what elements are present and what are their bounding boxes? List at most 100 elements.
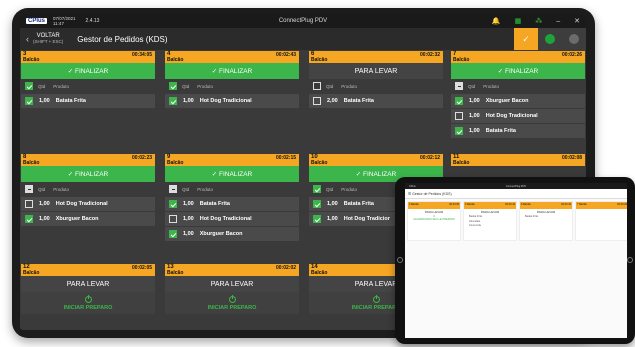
order-header: 7 Balcão 00:02:26 (451, 51, 585, 63)
order-header: 4 Balcão 00:02:43 (165, 51, 299, 63)
item-checkbox[interactable] (313, 200, 321, 208)
order-card: 4 Balcão 00:02:43 ✓ FINALIZAR Qtd Produto 1… (165, 51, 299, 108)
chevron-left-icon: ‹ (26, 34, 29, 44)
minimize-button[interactable]: – (556, 18, 560, 25)
start-prep-button[interactable]: INICIAR PREPARO (165, 292, 299, 314)
start-prep-label: INICIAR PREPARO (63, 304, 113, 311)
finalize-button[interactable]: ✓ FINALIZAR (21, 63, 155, 79)
finalize-button[interactable]: ✓ FINALIZAR (451, 63, 585, 79)
item-name: Batata Frita (343, 201, 374, 207)
tablet-order-card: 3 Balcão 00:34:05 PARA LEVAR ⏻ AGUARDANDO… (407, 201, 461, 241)
order-header: 13 Balcão 00:02:02 (165, 264, 299, 276)
tablet-navbar: ☰ Gestor de Pedidos (KDS) (405, 189, 627, 199)
back-button[interactable]: ‹ VOLTAR (SHIFT + ESC) (26, 33, 63, 45)
item-checkbox[interactable] (169, 97, 177, 105)
tablet-order-timer: 00:34:05 (449, 203, 459, 206)
grid-icon[interactable]: ▦ (515, 17, 522, 25)
select-all-checkbox[interactable] (313, 82, 321, 90)
select-all-checkbox[interactable] (169, 185, 177, 193)
tablet-order-location: Balcão (579, 203, 587, 206)
item-checkbox[interactable] (313, 215, 321, 223)
product-header: Produto (53, 83, 70, 89)
tablet-menu-icon[interactable]: ☰ (408, 192, 411, 196)
product-header: Produto (197, 186, 214, 192)
order-timer: 00:02:32 (419, 52, 440, 58)
tablet-order-header: 7 Balcão 00:02:26 (576, 202, 627, 209)
order-header: 8 Balcão 00:02:23 (21, 154, 155, 166)
tablet-frame: CPlus ConnectPlug PDV ☰ Gestor de Pedido… (395, 177, 635, 344)
finalize-button[interactable]: ✓ FINALIZAR (165, 63, 299, 79)
order-header: 11 Balcão 00:02:08 (451, 154, 585, 166)
start-prep-label: INICIAR PREPARO (351, 304, 401, 311)
item-checkbox[interactable] (25, 97, 33, 105)
items-header: Qtd Produto (21, 79, 155, 93)
para-levar-label: PARA LEVAR (21, 276, 155, 292)
bell-icon[interactable]: 🔔 (492, 17, 501, 25)
item-checkbox[interactable] (169, 200, 177, 208)
items-header: Qtd Produto (451, 79, 585, 93)
tablet-waiting-text: AGUARDANDO SEU LE PREPARO (413, 218, 455, 221)
select-all-checkbox[interactable] (313, 185, 321, 193)
item-name: Hot Dog Tradicional (55, 201, 108, 207)
select-all-checkbox[interactable] (25, 82, 33, 90)
tablet-order-location: Balcão (411, 203, 419, 206)
item-checkbox[interactable] (169, 230, 177, 238)
tablet-item: Coca-Cola (469, 224, 481, 227)
tablet-order-location: Balcão (467, 203, 475, 206)
check-view-button[interactable]: ✓ (514, 28, 538, 50)
tablet-order-timer: 00:02:43 (505, 203, 515, 206)
order-timer: 00:02:15 (275, 155, 296, 161)
item-name: Xburguer Bacon (55, 216, 99, 222)
green-dot-icon (545, 34, 555, 44)
items-header: Qtd Produto (21, 182, 155, 196)
item-qty: 1,00 (39, 216, 50, 222)
qty-header: Qtd (182, 83, 190, 89)
item-checkbox[interactable] (455, 127, 463, 135)
finalize-button[interactable]: ✓ FINALIZAR (165, 166, 299, 182)
green-view-button[interactable] (538, 28, 562, 50)
order-card: 3 Balcão 00:34:05 ✓ FINALIZAR Qtd Produto 1… (21, 51, 155, 108)
item-qty: 1,00 (183, 98, 194, 104)
item-row: 1,00 Xburguer Bacon (21, 211, 155, 226)
item-name: Hot Dog Tradicior (343, 216, 390, 222)
item-qty: 1,00 (469, 128, 480, 134)
order-timer: 00:02:26 (561, 52, 582, 58)
gray-view-button[interactable] (562, 28, 586, 50)
order-header: 6 Balcão 00:02:32 (309, 51, 443, 63)
power-icon (372, 294, 380, 303)
power-icon (228, 294, 236, 303)
item-checkbox[interactable] (25, 215, 33, 223)
order-header: 12 Balcão 00:02:05 (21, 264, 155, 276)
finalize-button[interactable]: ✓ FINALIZAR (21, 166, 155, 182)
power-icon (84, 294, 92, 303)
item-checkbox[interactable] (169, 215, 177, 223)
check-icon: ✓ (522, 33, 530, 44)
order-header: 3 Balcão 00:34:05 (21, 51, 155, 63)
tablet-order-header: 4 Balcão 00:02:43 (464, 202, 516, 209)
start-prep-button[interactable]: INICIAR PREPARO (21, 292, 155, 314)
item-checkbox[interactable] (455, 112, 463, 120)
item-row: 1,00 Hot Dog Tradicional (451, 108, 585, 123)
network-icon[interactable]: ⁂ (535, 17, 542, 25)
product-header: Produto (53, 186, 70, 192)
item-name: Batata Frita (55, 98, 86, 104)
close-button[interactable]: ✕ (574, 17, 580, 25)
product-header: Produto (197, 83, 214, 89)
item-qty: 1,00 (327, 216, 338, 222)
item-checkbox[interactable] (25, 200, 33, 208)
topbar-icons: 🔔 ▦ ⁂ – ✕ (492, 14, 580, 28)
select-all-checkbox[interactable] (455, 82, 463, 90)
select-all-checkbox[interactable] (25, 185, 33, 193)
item-name: Batata Frita (343, 98, 374, 104)
qty-header: Qtd (326, 186, 334, 192)
item-checkbox[interactable] (455, 97, 463, 105)
item-row: 1,00 Hot Dog Tradicional (165, 93, 299, 108)
select-all-checkbox[interactable] (169, 82, 177, 90)
tablet-order-card: 6 Balcão 00:02:32 PARA LEVAR Batata Frita (519, 201, 573, 241)
order-header: 10 Balcão 00:02:12 (309, 154, 443, 166)
item-qty: 1,00 (183, 201, 194, 207)
item-checkbox[interactable] (313, 97, 321, 105)
item-qty: 1,00 (183, 216, 194, 222)
tablet-home-button[interactable] (627, 257, 633, 263)
item-row: 1,00 Batata Frita (165, 196, 299, 211)
